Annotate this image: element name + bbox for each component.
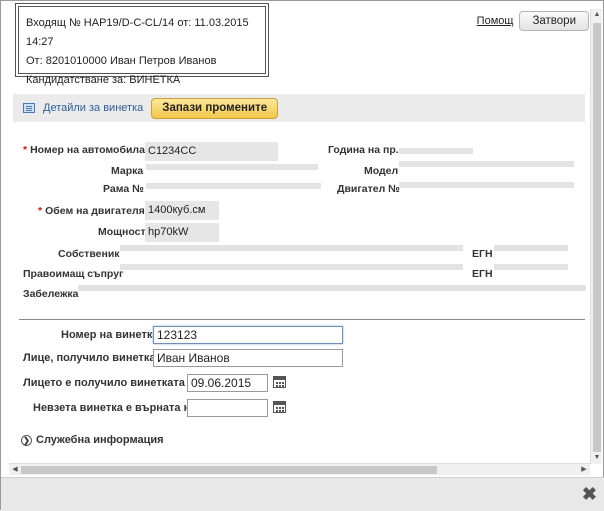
section-divider [19, 319, 585, 320]
vignette-recipient-label: Лице, получило винетката [23, 352, 167, 364]
power-value: hp70kW [145, 223, 219, 242]
details-card-icon [23, 103, 35, 113]
make-value [146, 164, 318, 170]
toolbar: Детайли за винетка Запази промените [13, 94, 585, 122]
horizontal-scrollbar[interactable]: ◀ ▶ [9, 463, 590, 475]
scroll-left-icon[interactable]: ◀ [9, 464, 21, 476]
year-value [399, 148, 473, 154]
owner-egn-value [494, 245, 568, 251]
scroll-down-icon[interactable]: ▼ [591, 452, 603, 464]
spouse-label: Правоимащ съпруг [23, 268, 124, 280]
vignette-details-link[interactable]: Детайли за винетка [43, 102, 143, 114]
application-type: Кандидатстване за: ВИНЕТКА [26, 74, 181, 86]
incoming-document-info: Входящ № НАР19/D-C-CL/14 от: 11.03.2015 … [15, 3, 269, 86]
returned-date-input[interactable] [187, 399, 268, 417]
close-button[interactable]: Затвори [519, 11, 589, 31]
plate-label: * Номер на автомобила [23, 144, 145, 156]
note-value [78, 285, 586, 291]
model-label: Модел [364, 165, 399, 177]
chevron-right-icon: ❯ [21, 434, 32, 446]
calendar-icon[interactable] [273, 376, 286, 388]
spouse-value [120, 264, 463, 270]
help-link[interactable]: Помощ [477, 15, 514, 27]
spouse-egn-value [494, 264, 568, 270]
vertical-scrollbar[interactable]: ▲ ▼ [590, 9, 602, 464]
required-asterisk-icon: * [38, 205, 43, 217]
model-value [399, 161, 574, 167]
scroll-right-icon[interactable]: ▶ [578, 464, 590, 476]
sender: От: 8201010000 Иван Петров Иванов [26, 55, 217, 67]
owner-egn-label: ЕГН [472, 248, 493, 260]
engine-volume-value: 1400куб.см [145, 201, 219, 220]
vertical-scroll-thumb[interactable] [593, 23, 601, 452]
engine-value [399, 182, 574, 188]
engine-volume-label: * Обем на двигателя [38, 205, 145, 217]
required-asterisk-icon: * [23, 144, 28, 156]
plate-value: С1234СС [145, 142, 278, 161]
service-info-toggle[interactable]: ❯ Служебна информация [21, 434, 164, 446]
vignette-number-input[interactable] [153, 326, 343, 344]
power-label: Мощност [98, 226, 146, 238]
dialog-window: Входящ № НАР19/D-C-CL/14 от: 11.03.2015 … [0, 0, 604, 511]
returned-date-label: Невзета винетка е върната на [33, 402, 197, 414]
note-label: Забележка [23, 288, 79, 300]
vignette-number-label: Номер на винетка [61, 329, 159, 341]
owner-label: Собственик [58, 248, 120, 260]
incoming-number: Входящ № НАР19/D-C-CL/14 от: 11.03.2015 … [26, 17, 249, 48]
dialog-footer: ✖ [1, 477, 604, 511]
save-changes-button[interactable]: Запази промените [151, 97, 279, 119]
calendar-icon[interactable] [273, 401, 286, 413]
owner-value [120, 245, 463, 251]
engine-label: Двигател № [337, 183, 400, 195]
service-info-label: Служебна информация [36, 434, 164, 446]
frame-label: Рама № [103, 183, 144, 195]
horizontal-scroll-thumb[interactable] [21, 466, 437, 474]
frame-value [146, 183, 321, 189]
top-actions: Помощ Затвори [477, 11, 589, 31]
vignette-recipient-input[interactable] [153, 349, 343, 367]
received-date-input[interactable] [187, 374, 268, 392]
received-date-label: Лицето е получило винетката на [23, 377, 201, 389]
make-label: Марка [111, 165, 144, 177]
scroll-up-icon[interactable]: ▲ [591, 9, 603, 21]
close-icon[interactable]: ✖ [582, 485, 597, 503]
year-label: Година на пр. [328, 144, 399, 156]
spouse-egn-label: ЕГН [472, 268, 493, 280]
